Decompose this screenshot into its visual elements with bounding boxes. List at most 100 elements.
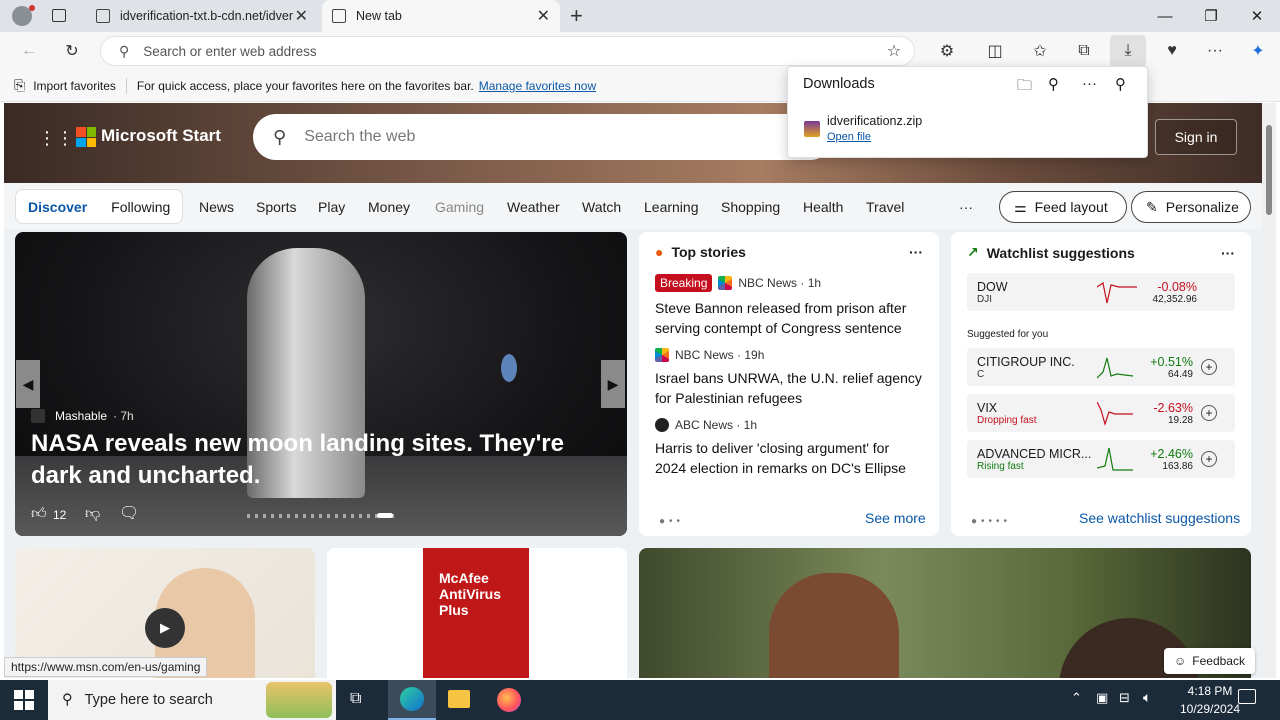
nav-learning[interactable]: Learning: [644, 199, 699, 215]
nav-health[interactable]: Health: [803, 199, 843, 215]
feedback-button[interactable]: ☺ Feedback: [1164, 648, 1255, 674]
address-bar[interactable]: ⚲ Search or enter web address: [100, 36, 915, 66]
nav-weather[interactable]: Weather: [507, 199, 560, 215]
nav-shopping[interactable]: Shopping: [721, 199, 780, 215]
collections-icon[interactable]: ⧉: [1069, 38, 1099, 64]
new-tab-button[interactable]: +: [570, 3, 583, 29]
story-source: Breaking NBC News · 1h: [655, 274, 923, 292]
fire-icon: ●: [655, 244, 664, 260]
zip-file-icon: [804, 121, 820, 137]
manage-favorites-link[interactable]: Manage favorites now: [479, 79, 596, 93]
stock-row-dow[interactable]: DOW DJI -0.08% 42,352.96: [967, 273, 1235, 311]
favorites-icon[interactable]: ✩: [1025, 38, 1055, 64]
sparkline-icon: [1097, 447, 1133, 471]
hero-headline[interactable]: NASA reveals new moon landing sites. The…: [31, 428, 611, 492]
story-headline[interactable]: Harris to deliver 'closing argument' for…: [655, 438, 923, 478]
nav-money[interactable]: Money: [368, 199, 410, 215]
refresh-icon[interactable]: ↻: [57, 38, 87, 64]
web-search-box[interactable]: ⚲ Search the web: [253, 114, 833, 160]
nav-news[interactable]: News: [199, 199, 234, 215]
tray-chevron-icon[interactable]: ⌃: [1071, 690, 1082, 706]
sign-in-button[interactable]: Sign in: [1155, 119, 1237, 155]
maximize-icon[interactable]: ❐: [1188, 0, 1234, 32]
personalize-button[interactable]: ✎ Personalize: [1131, 191, 1251, 223]
performance-icon[interactable]: ♥: [1157, 38, 1187, 64]
pager-dots[interactable]: ●••: [659, 516, 684, 527]
see-more-link[interactable]: See more: [865, 510, 926, 526]
add-to-watchlist-icon[interactable]: +: [1201, 451, 1217, 467]
nav-watch[interactable]: Watch: [582, 199, 621, 215]
open-folder-icon[interactable]: 🗀︎: [1017, 75, 1032, 100]
close-tab-icon[interactable]: ✕: [537, 6, 550, 26]
tab-idverification[interactable]: idverification-txt.b-cdn.net/idver ✕: [86, 0, 318, 32]
add-to-watchlist-icon[interactable]: +: [1201, 405, 1217, 421]
tab-following[interactable]: Following: [111, 199, 170, 215]
tab-actions-icon[interactable]: [52, 9, 66, 22]
top-stories-card: ● Top stories ··· Breaking NBC News · 1h…: [639, 232, 939, 536]
favorite-star-icon[interactable]: ☆: [879, 38, 909, 64]
carousel-next-icon[interactable]: ▶: [601, 360, 625, 408]
more-options-icon[interactable]: ···: [1221, 245, 1235, 261]
nav-more-icon[interactable]: ···: [959, 199, 973, 215]
see-watchlist-link[interactable]: See watchlist suggestions: [1079, 510, 1240, 526]
tab-label: New tab: [356, 9, 402, 23]
more-options-icon[interactable]: ···: [909, 244, 923, 260]
personalize-icon: ✎: [1146, 198, 1158, 215]
comment-icon[interactable]: 🗨︎: [119, 503, 139, 523]
ad-card[interactable]: McAfee AntiVirus Plus: [327, 548, 627, 678]
volume-icon[interactable]: 🔈︎: [1143, 689, 1151, 706]
file-explorer-icon[interactable]: [448, 690, 470, 708]
close-window-icon[interactable]: ✕: [1234, 0, 1280, 32]
stock-row-vix[interactable]: VIX Dropping fast -2.63% 19.28 +: [967, 394, 1235, 432]
tab-discover[interactable]: Discover: [28, 199, 87, 215]
brand-title[interactable]: Microsoft Start: [101, 126, 221, 146]
downloads-icon[interactable]: ⤓: [1110, 35, 1146, 67]
search-downloads-icon[interactable]: ⚲: [1048, 75, 1059, 93]
close-tab-icon[interactable]: ✕: [295, 6, 308, 26]
firefox-icon[interactable]: [497, 688, 521, 712]
story-headline[interactable]: Israel bans UNRWA, the U.N. relief agenc…: [655, 368, 923, 408]
play-icon[interactable]: ▶: [145, 608, 185, 648]
more-options-icon[interactable]: ···: [1082, 75, 1097, 92]
network-icon[interactable]: ⊟: [1119, 690, 1130, 706]
stock-row-amd[interactable]: ADVANCED MICR... Rising fast +2.46% 163.86…: [967, 440, 1235, 478]
msn-page: ⋮⋮ Microsoft Start ⚲ Search the web Sign…: [4, 103, 1262, 678]
back-icon[interactable]: ←: [14, 38, 44, 64]
split-screen-icon[interactable]: ◫: [980, 38, 1010, 64]
page-scrollbar[interactable]: [1262, 103, 1276, 678]
nav-gaming[interactable]: Gaming: [435, 199, 484, 215]
clock-date[interactable]: 10/29/2024: [1170, 702, 1250, 716]
app-launcher-icon[interactable]: ⋮⋮: [38, 128, 74, 149]
feature-card[interactable]: [639, 548, 1251, 678]
more-menu-icon[interactable]: ···: [1200, 38, 1230, 64]
feed-layout-button[interactable]: ⚌ Feed layout: [999, 191, 1127, 223]
dislike-icon[interactable]: 👎︎: [85, 505, 100, 523]
open-file-link[interactable]: Open file: [827, 131, 871, 143]
like-icon[interactable]: 👍︎: [31, 505, 47, 523]
stock-row-citigroup[interactable]: CITIGROUP INC. C +0.51% 64.49 +: [967, 348, 1235, 386]
tray-device-icon[interactable]: ▣: [1096, 690, 1108, 706]
nav-sports[interactable]: Sports: [256, 199, 296, 215]
download-file-name[interactable]: idverificationz.zip: [827, 114, 922, 128]
start-icon[interactable]: [14, 690, 34, 710]
task-view-icon[interactable]: ⧉: [350, 690, 361, 708]
carousel-prev-icon[interactable]: ◀: [16, 360, 40, 408]
story-headline[interactable]: Steve Bannon released from prison after …: [655, 298, 923, 338]
minimize-icon[interactable]: —: [1142, 0, 1188, 32]
edge-taskbar-icon[interactable]: [388, 680, 436, 720]
copilot-icon[interactable]: ✦: [1243, 38, 1273, 64]
tab-new-tab[interactable]: New tab ✕: [322, 0, 560, 32]
pager-dots[interactable]: ●••••: [971, 516, 1011, 527]
notifications-icon[interactable]: [1238, 689, 1256, 704]
downloads-title: Downloads: [803, 76, 875, 92]
nav-play[interactable]: Play: [318, 199, 345, 215]
hero-carousel[interactable]: Mashable · 7h NASA reveals new moon land…: [15, 232, 627, 536]
nav-travel[interactable]: Travel: [866, 199, 904, 215]
hero-source[interactable]: Mashable: [55, 409, 107, 423]
add-to-watchlist-icon[interactable]: +: [1201, 359, 1217, 375]
carousel-dots[interactable]: [247, 514, 397, 518]
extensions-icon[interactable]: ⚙: [932, 38, 962, 64]
scroll-thumb[interactable]: [1266, 125, 1272, 215]
pin-icon[interactable]: ⚲: [1115, 75, 1126, 93]
import-favorites-button[interactable]: Import favorites: [33, 79, 116, 93]
